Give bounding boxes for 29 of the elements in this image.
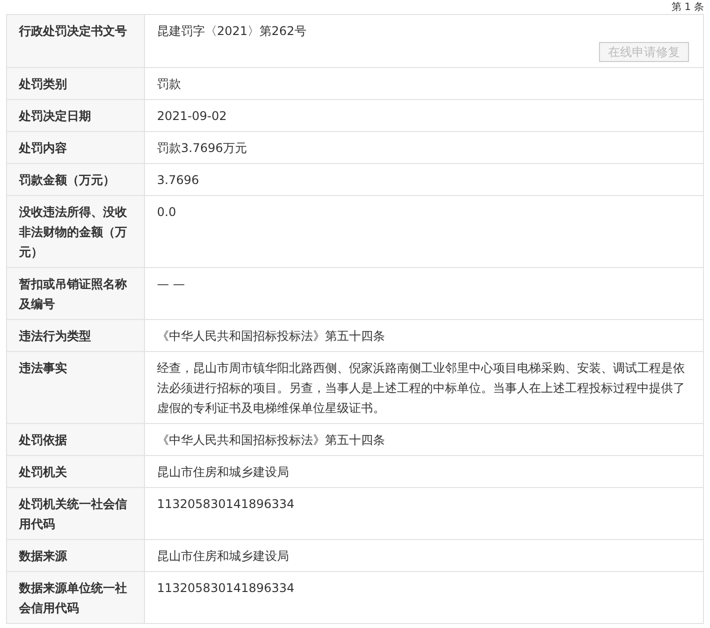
field-label: 违法行为类型: [7, 320, 145, 351]
field-label: 处罚依据: [7, 424, 145, 455]
field-value: 昆山市住房和城乡建设局: [157, 464, 289, 481]
record-counter: 第 1 条: [671, 2, 704, 14]
field-value: 113205830141896334: [157, 496, 294, 513]
field-label: 处罚类别: [7, 68, 145, 99]
field-value: 113205830141896334: [157, 580, 294, 597]
field-label: 数据来源单位统一社会信用代码: [7, 572, 145, 623]
field-value: 经查，昆山市周市镇华阳北路西侧、倪家浜路南侧工业邻里中心项目电梯采购、安装、调试工程是依法必须进行招标的项目。另查，当事人是上述工程的中标单位。当事人在上述工程投标过程中提供了虚假的专利证书及电梯维保单位星级证书。: [157, 360, 686, 417]
field-value: 昆建罚字〈2021〉第262号: [157, 23, 306, 40]
field-value: — —: [157, 276, 185, 293]
field-label: 暂扣或吊销证照名称及编号: [7, 268, 145, 319]
field-label: 数据来源: [7, 540, 145, 571]
field-label: 处罚决定日期: [7, 100, 145, 131]
field-label: 罚款金额（万元）: [7, 164, 145, 195]
field-label: 处罚机关: [7, 456, 145, 487]
field-value: 《中华人民共和国招标投标法》第五十四条: [157, 328, 385, 345]
field-value: 昆山市住房和城乡建设局: [157, 548, 289, 565]
field-value: 罚款3.7696万元: [157, 140, 247, 157]
field-label: 没收违法所得、没收非法财物的金额（万元）: [7, 196, 145, 267]
field-value: 2021-09-02: [157, 108, 227, 125]
field-value: 3.7696: [157, 172, 199, 189]
field-label: 违法事实: [7, 352, 145, 423]
field-label: 处罚内容: [7, 132, 145, 163]
field-value: 0.0: [157, 204, 176, 221]
field-label: 处罚机关统一社会信用代码: [7, 488, 145, 539]
field-value: 《中华人民共和国招标投标法》第五十四条: [157, 432, 385, 449]
field-value: 罚款: [157, 76, 181, 93]
field-label: 行政处罚决定书文号: [7, 15, 145, 67]
